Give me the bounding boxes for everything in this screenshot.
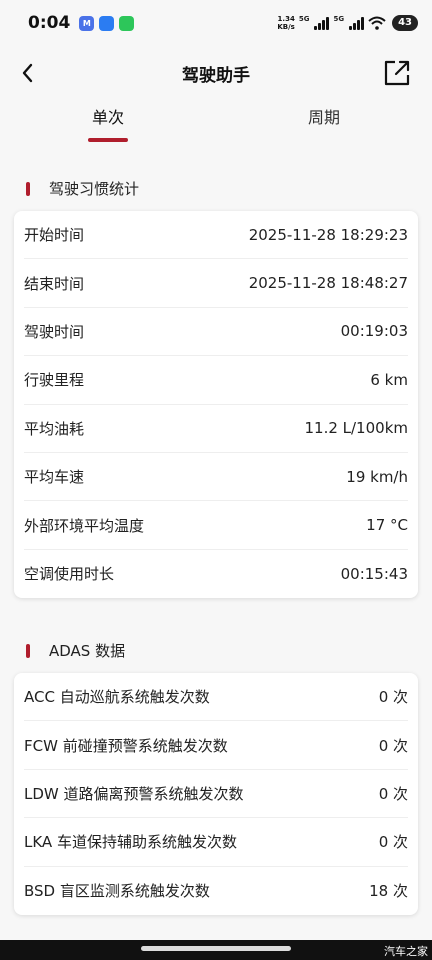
adas-row-bsd: BSD 盲区监测系统触发次数 18 次 — [24, 867, 408, 915]
row-label: 行驶里程 — [24, 371, 85, 390]
status-bar: 0:04 M 1.34 KB/s 5G 5G 43 — [0, 0, 432, 46]
row-value: 17 °C — [366, 516, 408, 535]
adas-row-fcw: FCW 前碰撞预警系统触发次数 0 次 — [24, 721, 408, 770]
stat-row-average-speed: 平均车速 19 km/h — [24, 453, 408, 502]
watermark: 汽车之家 — [384, 945, 428, 958]
app-header: 驾驶助手 — [0, 50, 432, 96]
app-notification-icon — [99, 15, 115, 31]
adas-row-acc: ACC 自动巡航系统触发次数 0 次 — [24, 673, 408, 722]
home-indicator[interactable] — [141, 946, 291, 951]
row-value: 18 次 — [369, 882, 408, 901]
row-value: 0 次 — [378, 833, 408, 852]
driving-habits-section-header: 驾驶习惯统计 — [26, 178, 139, 199]
wechat-icon — [119, 15, 135, 31]
section-marker — [26, 643, 30, 658]
stat-row-driving-time: 驾驶时间 00:19:03 — [24, 308, 408, 357]
stat-row-fuel-consumption: 平均油耗 11.2 L/100km — [24, 405, 408, 453]
battery-indicator: 43 — [392, 15, 418, 31]
row-value: 6 km — [370, 370, 408, 389]
row-label: ACC 自动巡航系统触发次数 — [24, 688, 210, 707]
adas-section-header: ADAS 数据 — [26, 640, 125, 661]
row-value: 0 次 — [378, 736, 408, 755]
stat-row-ac-duration: 空调使用时长 00:15:43 — [24, 550, 408, 598]
row-value: 00:15:43 — [340, 564, 408, 583]
signal-2-label: 5G — [333, 15, 345, 23]
row-label: 平均油耗 — [24, 419, 85, 438]
row-label: LDW 道路偏离预警系统触发次数 — [24, 784, 244, 803]
system-icons: 1.34 KB/s 5G 5G 43 — [277, 15, 418, 31]
row-value: 2025-11-28 18:29:23 — [248, 225, 408, 244]
notification-icons: M — [79, 15, 135, 31]
adas-row-lka: LKA 车道保持辅助系统触发次数 0 次 — [24, 818, 408, 867]
network-speed-unit: KB/s — [277, 23, 295, 31]
section-title: ADAS 数据 — [49, 642, 126, 660]
row-value: 2025-11-28 18:48:27 — [248, 274, 408, 293]
tab-bar: 单次 周期 — [0, 104, 432, 148]
row-value: 0 次 — [378, 784, 408, 803]
row-label: 外部环境平均温度 — [24, 516, 145, 535]
row-label: 空调使用时长 — [24, 565, 115, 584]
row-label: 平均车速 — [24, 468, 85, 487]
section-marker — [26, 181, 30, 196]
page-title: 驾驶助手 — [182, 65, 250, 86]
row-label: BSD 盲区监测系统触发次数 — [24, 882, 210, 901]
active-tab-indicator — [88, 138, 128, 142]
stat-row-start-time: 开始时间 2025-11-28 18:29:23 — [24, 211, 408, 260]
signal-1-icon — [314, 16, 330, 30]
status-time: 0:04 — [28, 13, 71, 33]
tab-single[interactable]: 单次 — [88, 104, 128, 128]
tab-period[interactable]: 周期 — [304, 104, 344, 128]
network-speed-value: 1.34 — [277, 15, 295, 23]
network-speed: 1.34 KB/s — [277, 15, 294, 31]
row-label: 结束时间 — [24, 274, 85, 293]
adas-row-ldw: LDW 道路偏离预警系统触发次数 0 次 — [24, 770, 408, 819]
stat-row-outside-temperature: 外部环境平均温度 17 °C — [24, 501, 408, 550]
driving-habits-card: 开始时间 2025-11-28 18:29:23 结束时间 2025-11-28… — [14, 211, 418, 599]
row-label: 驾驶时间 — [24, 322, 85, 341]
adas-card: ACC 自动巡航系统触发次数 0 次 FCW 前碰撞预警系统触发次数 0 次 L… — [14, 673, 418, 915]
share-export-icon[interactable] — [382, 58, 412, 88]
signal-1-label: 5G — [298, 15, 310, 23]
row-value: 11.2 L/100km — [304, 419, 408, 438]
row-label: 开始时间 — [24, 226, 85, 245]
signal-2-icon — [349, 16, 365, 30]
mail-app-icon: M — [79, 15, 95, 31]
stat-row-end-time: 结束时间 2025-11-28 18:48:27 — [24, 259, 408, 308]
row-value: 19 km/h — [346, 467, 408, 486]
section-title: 驾驶习惯统计 — [49, 180, 140, 198]
row-label: FCW 前碰撞预警系统触发次数 — [24, 736, 228, 755]
row-value: 0 次 — [378, 688, 408, 707]
row-label: LKA 车道保持辅助系统触发次数 — [24, 833, 237, 852]
wifi-icon — [368, 16, 386, 30]
row-value: 00:19:03 — [340, 322, 408, 341]
back-arrow-icon[interactable] — [16, 60, 42, 86]
stat-row-mileage: 行驶里程 6 km — [24, 356, 408, 405]
